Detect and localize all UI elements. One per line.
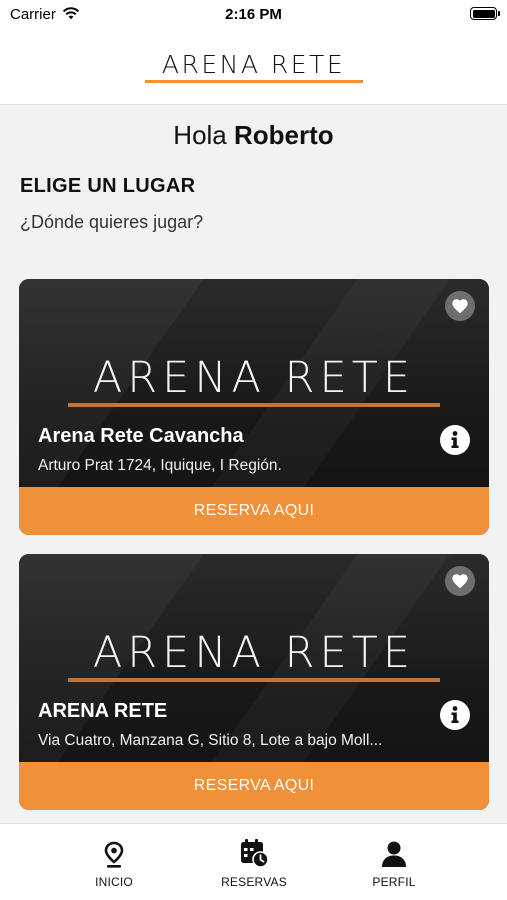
battery-icon (470, 7, 500, 20)
calendar-clock-icon (241, 839, 269, 868)
section-title: ELIGE UN LUGAR (20, 175, 196, 197)
venue-card[interactable]: ARENA RETE ARENA RETE Via Cuatro, Manzan… (19, 554, 489, 810)
info-icon (441, 701, 469, 729)
favorite-button[interactable] (445, 566, 475, 596)
venue-logo-text: ARENA RETE (92, 628, 416, 678)
tab-label: PERFIL (372, 875, 416, 889)
venue-logo-underline (68, 678, 440, 682)
status-time: 2:16 PM (225, 6, 282, 23)
tab-inicio[interactable]: INICIO (54, 838, 174, 889)
info-button[interactable] (440, 425, 470, 455)
greeting: Hola Roberto (0, 120, 507, 151)
greeting-prefix: Hola (173, 120, 227, 150)
venue-name: ARENA RETE (38, 700, 168, 722)
location-pin-icon (104, 841, 124, 868)
reserve-button[interactable]: RESERVA AQUI (19, 487, 489, 535)
venue-logo-underline (68, 403, 440, 407)
tab-bar: INICIO RESERVAS PERFIL (0, 823, 507, 900)
logo-underline (144, 80, 363, 83)
greeting-user-name: Roberto (234, 120, 334, 150)
venue-address: Arturo Prat 1724, Iquique, I Región. (38, 457, 282, 474)
venue-card[interactable]: ARENA RETE Arena Rete Cavancha Arturo Pr… (19, 279, 489, 535)
tab-label: RESERVAS (221, 875, 287, 889)
reserve-button[interactable]: RESERVA AQUI (19, 762, 489, 810)
venue-address: Via Cuatro, Manzana G, Sitio 8, Lote a b… (38, 732, 383, 749)
app-header: ARENA RETE (0, 30, 507, 105)
app-logo: ARENA RETE (0, 50, 507, 83)
heart-icon (452, 574, 468, 589)
heart-icon (452, 299, 468, 314)
tab-reservas[interactable]: RESERVAS (194, 838, 314, 889)
venue-logo-text: ARENA RETE (92, 353, 416, 403)
favorite-button[interactable] (445, 291, 475, 321)
app-logo-text: ARENA RETE (161, 50, 346, 79)
venue-name: Arena Rete Cavancha (38, 425, 244, 447)
tab-label: INICIO (95, 875, 133, 889)
venue-logo: ARENA RETE (19, 628, 489, 682)
status-bar: Carrier 2:16 PM (0, 0, 507, 30)
user-icon (382, 841, 406, 867)
info-button[interactable] (440, 700, 470, 730)
section-subtitle: ¿Dónde quieres jugar? (20, 212, 204, 232)
info-icon (441, 426, 469, 454)
tab-perfil[interactable]: PERFIL (334, 838, 454, 889)
venue-logo: ARENA RETE (19, 353, 489, 407)
